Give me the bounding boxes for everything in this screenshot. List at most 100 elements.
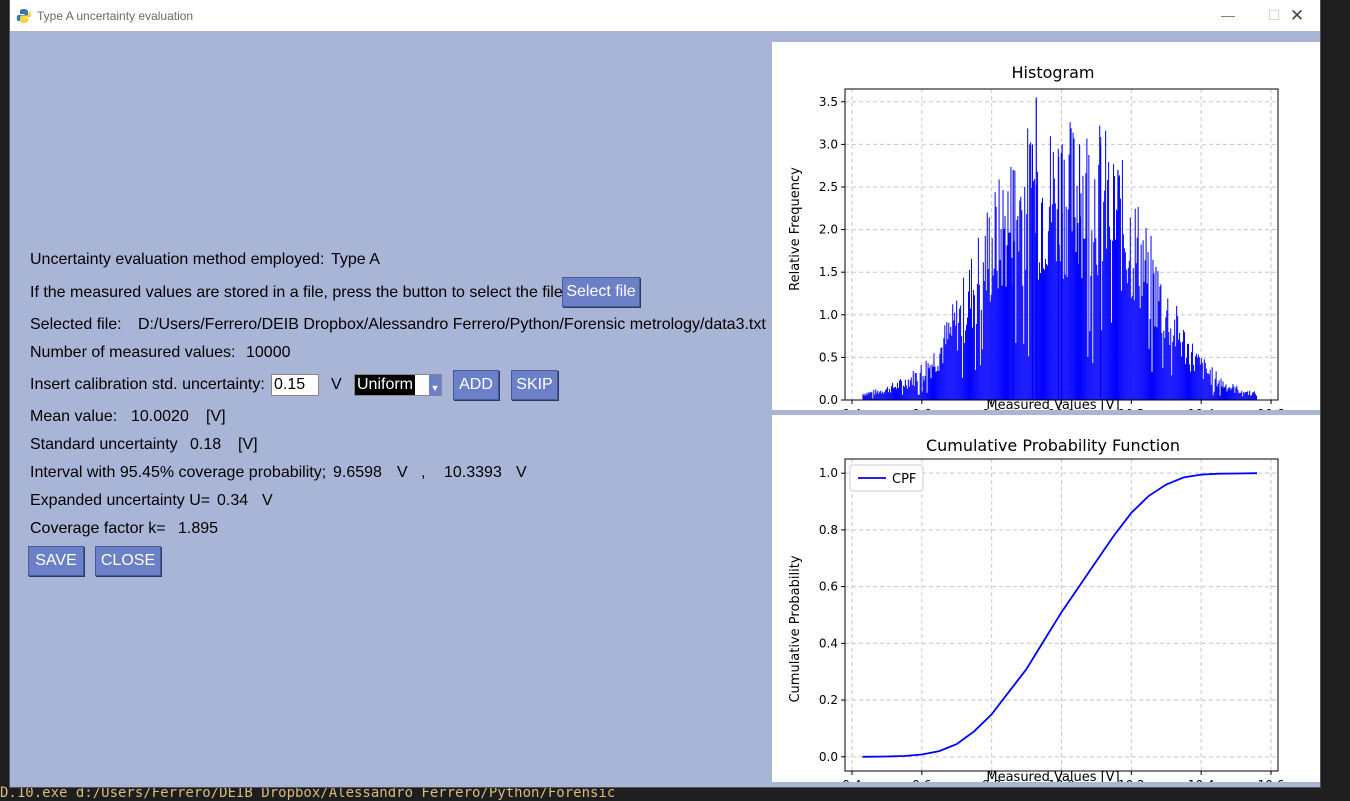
histogram-bar bbox=[1105, 130, 1107, 400]
close-button[interactable]: CLOSE bbox=[95, 546, 161, 576]
histogram-bar bbox=[1037, 171, 1039, 400]
histogram-bar bbox=[982, 262, 984, 400]
interval-low-value: 9.6598 bbox=[333, 464, 382, 481]
histogram-bar bbox=[1131, 295, 1133, 400]
histogram-bar bbox=[1180, 342, 1182, 400]
histogram-bar bbox=[1167, 298, 1169, 400]
histogram-bar bbox=[944, 325, 946, 400]
histogram-bar bbox=[1043, 269, 1045, 400]
histogram-bar bbox=[1237, 389, 1239, 400]
cpf-legend-label: CPF bbox=[892, 472, 916, 487]
histogram-bar bbox=[1052, 151, 1054, 400]
histogram-ytick-label: 3.0 bbox=[819, 137, 838, 151]
histogram-bar bbox=[1225, 384, 1227, 400]
interval-separator: , bbox=[421, 464, 426, 481]
histogram-bar bbox=[892, 382, 894, 400]
histogram-bar bbox=[945, 344, 947, 400]
histogram-ytick-label: 1.5 bbox=[819, 265, 838, 279]
histogram-ylabel: Relative Frequency bbox=[788, 167, 803, 291]
histogram-bar bbox=[1150, 235, 1152, 400]
histogram-bar bbox=[913, 386, 915, 400]
histogram-bar bbox=[1192, 364, 1194, 400]
histogram-bar bbox=[1110, 239, 1112, 400]
histogram-bar bbox=[889, 389, 891, 400]
histogram-bar bbox=[976, 283, 978, 400]
histogram-bar bbox=[1069, 122, 1071, 400]
histogram-bar bbox=[904, 379, 906, 400]
histogram-bar bbox=[1236, 385, 1238, 400]
histogram-bar bbox=[1203, 359, 1205, 400]
calibration-uncertainty-input[interactable]: 0.15 bbox=[271, 374, 319, 396]
distribution-select[interactable]: Uniform ▼ bbox=[354, 374, 442, 396]
histogram-bar bbox=[1039, 262, 1041, 400]
save-button[interactable]: SAVE bbox=[28, 546, 84, 576]
num-values-value: 10000 bbox=[246, 344, 291, 361]
histogram-bar bbox=[1000, 229, 1002, 400]
histogram-bar bbox=[915, 373, 917, 400]
add-button[interactable]: ADD bbox=[453, 370, 499, 400]
histogram-bar bbox=[880, 390, 882, 400]
histogram-bar bbox=[989, 301, 991, 400]
histogram-bar bbox=[1230, 389, 1232, 400]
histogram-bar bbox=[1253, 392, 1255, 400]
select-file-button[interactable]: Select file bbox=[562, 277, 640, 307]
histogram-bar bbox=[1179, 333, 1181, 400]
histogram-bar bbox=[949, 333, 951, 400]
histogram-bar bbox=[896, 382, 898, 400]
mean-value: 10.0020 bbox=[131, 408, 189, 425]
histogram-peak-bar bbox=[1058, 157, 1060, 400]
close-window-button[interactable]: ✕ bbox=[1274, 0, 1320, 31]
histogram-bar bbox=[968, 291, 970, 400]
histogram-bar bbox=[1231, 387, 1233, 400]
histogram-bar bbox=[1224, 386, 1226, 400]
cpf-xtick-label: 10.4 bbox=[1188, 778, 1215, 782]
histogram-bar bbox=[1011, 257, 1013, 400]
histogram-bar bbox=[1081, 278, 1083, 400]
skip-button[interactable]: SKIP bbox=[511, 370, 558, 400]
histogram-bar bbox=[1140, 244, 1142, 400]
histogram-bar bbox=[991, 238, 993, 400]
histogram-bar bbox=[946, 322, 948, 400]
histogram-bar bbox=[1214, 378, 1216, 400]
histogram-bar bbox=[898, 380, 900, 400]
histogram-bar bbox=[1127, 267, 1129, 400]
histogram-chart: Histogram Measured Values [V] Relative F… bbox=[788, 63, 1284, 421]
histogram-bar bbox=[1238, 393, 1240, 400]
histogram-bar bbox=[1229, 387, 1231, 400]
histogram-bar bbox=[1041, 197, 1043, 400]
histogram-bar bbox=[1242, 396, 1244, 400]
histogram-bar bbox=[1220, 378, 1222, 400]
histogram-bar bbox=[1206, 373, 1208, 400]
histogram-bar bbox=[988, 217, 990, 400]
histogram-bar bbox=[1080, 193, 1082, 400]
histogram-bar bbox=[1188, 364, 1190, 400]
histogram-bar bbox=[924, 375, 926, 400]
histogram-peak-bar bbox=[1012, 169, 1014, 400]
histogram-bar bbox=[1243, 391, 1245, 400]
histogram-bar bbox=[1006, 245, 1008, 400]
histogram-bar bbox=[1244, 393, 1246, 400]
histogram-bar bbox=[967, 317, 969, 400]
histogram-bar bbox=[985, 290, 987, 400]
histogram-ytick-label: 2.0 bbox=[819, 223, 838, 237]
cpf-title: Cumulative Probability Function bbox=[926, 436, 1180, 455]
histogram-bar bbox=[1132, 268, 1134, 400]
histogram-bar bbox=[902, 385, 904, 400]
histogram-bar bbox=[1123, 248, 1125, 400]
cpf-xtick-label: 9.4 bbox=[842, 778, 861, 782]
file-prompt-label: If the measured values are stored in a f… bbox=[30, 284, 568, 301]
cpf-plot: Cumulative Probability Function Measured… bbox=[772, 415, 1320, 792]
histogram-bar bbox=[1002, 190, 1004, 400]
histogram-bar bbox=[1049, 136, 1051, 400]
histogram-bar bbox=[1213, 391, 1215, 400]
histogram-bar bbox=[1124, 252, 1126, 400]
histogram-bar bbox=[886, 388, 888, 400]
histogram-bar bbox=[1155, 266, 1157, 400]
histogram-bar bbox=[939, 353, 941, 400]
histogram-bar bbox=[958, 322, 960, 400]
histogram-bar bbox=[1136, 237, 1138, 400]
histogram-bar bbox=[953, 320, 955, 400]
chevron-down-icon[interactable]: ▼ bbox=[429, 375, 441, 395]
minimize-button[interactable]: — bbox=[1205, 0, 1251, 31]
histogram-bar bbox=[876, 392, 878, 400]
